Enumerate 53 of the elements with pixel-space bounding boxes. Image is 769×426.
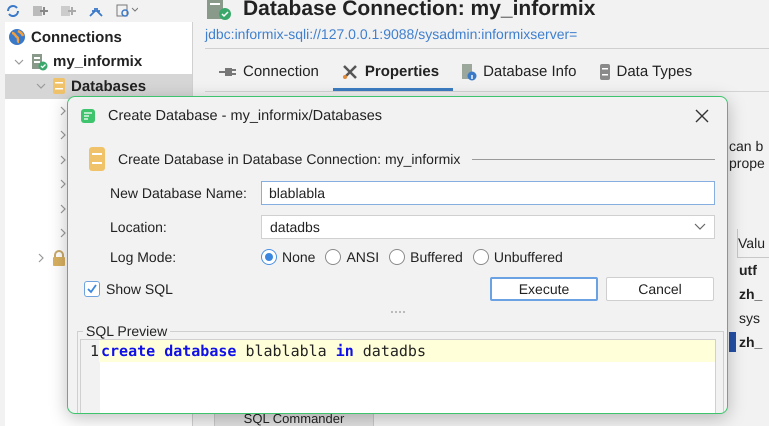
editor-tab[interactable]: Connection: [211, 55, 333, 91]
column-header: Valu: [738, 234, 765, 252]
log-mode-radio[interactable]: Buffered: [389, 249, 463, 265]
location-dropdown[interactable]: datadbs: [261, 215, 715, 239]
add-icon[interactable]: [60, 4, 76, 18]
database-icon: [52, 77, 66, 96]
line-number: 1: [81, 340, 99, 362]
execute-button[interactable]: Execute: [490, 277, 598, 301]
cancel-button[interactable]: Cancel: [606, 277, 714, 301]
description-text: prope: [729, 155, 765, 172]
table-cell: zh_: [739, 286, 762, 302]
chevron-down-icon[interactable]: [694, 223, 706, 231]
plug-icon: [219, 66, 237, 78]
tree-item-label[interactable]: my_informix: [53, 53, 142, 70]
field-label: Location:: [110, 219, 168, 235]
sql-editor[interactable]: 1 create database blablabla in datadbs: [80, 339, 716, 413]
field-label: Log Mode:: [110, 249, 178, 265]
globe-icon: [8, 28, 26, 46]
check-icon[interactable]: [86, 283, 98, 295]
close-icon[interactable]: [695, 108, 709, 122]
field-label: New Database Name:: [110, 185, 248, 201]
document-info-icon: [461, 62, 478, 80]
editor-tab[interactable]: Database Info: [453, 55, 590, 91]
refresh-icon[interactable]: [6, 4, 20, 18]
table-cell: sys: [739, 310, 760, 326]
splitter-handle-icon[interactable]: [390, 310, 406, 314]
tree-item-selected[interactable]: Databases: [5, 74, 192, 98]
tools-icon: [340, 62, 359, 80]
table-cell: zh_: [739, 334, 762, 350]
sql-preview-label: SQL Preview: [85, 323, 168, 339]
section-heading: Create Database in Database Connection: my_informix: [118, 151, 460, 167]
add-icon[interactable]: [32, 4, 48, 18]
description-text: can b: [729, 138, 764, 155]
connection-url: jdbc:informix-sqli://127.0.0.1:9088/sysadmin:informixserver=: [205, 22, 769, 49]
database-icon: [88, 146, 106, 172]
tree-item-label[interactable]: Databases: [71, 78, 146, 95]
server-icon: [30, 52, 48, 71]
log-mode-radio[interactable]: None: [261, 249, 316, 265]
show-sql-checkbox[interactable]: Show SQL: [84, 281, 482, 297]
editor-tab[interactable]: Data Types: [590, 55, 706, 91]
database-connection-icon: [205, 0, 233, 21]
lock-icon: [52, 250, 66, 266]
editor-tab[interactable]: Properties: [332, 55, 454, 91]
name-input-field[interactable]: blablabla: [261, 181, 715, 205]
database-edit-icon: [80, 108, 96, 124]
dialog-title: Create Database - my_informix/Databases: [108, 108, 384, 124]
log-mode-radio[interactable]: Unbuffered: [472, 249, 563, 265]
table-cell: utf: [739, 262, 757, 278]
tree-root-label[interactable]: Connections: [31, 28, 122, 46]
editor-title: Database Connection: my_informix: [243, 0, 596, 21]
filter-icon[interactable]: [116, 4, 138, 18]
barrel-icon: [598, 62, 610, 80]
log-mode-radio[interactable]: ANSI: [325, 249, 380, 265]
